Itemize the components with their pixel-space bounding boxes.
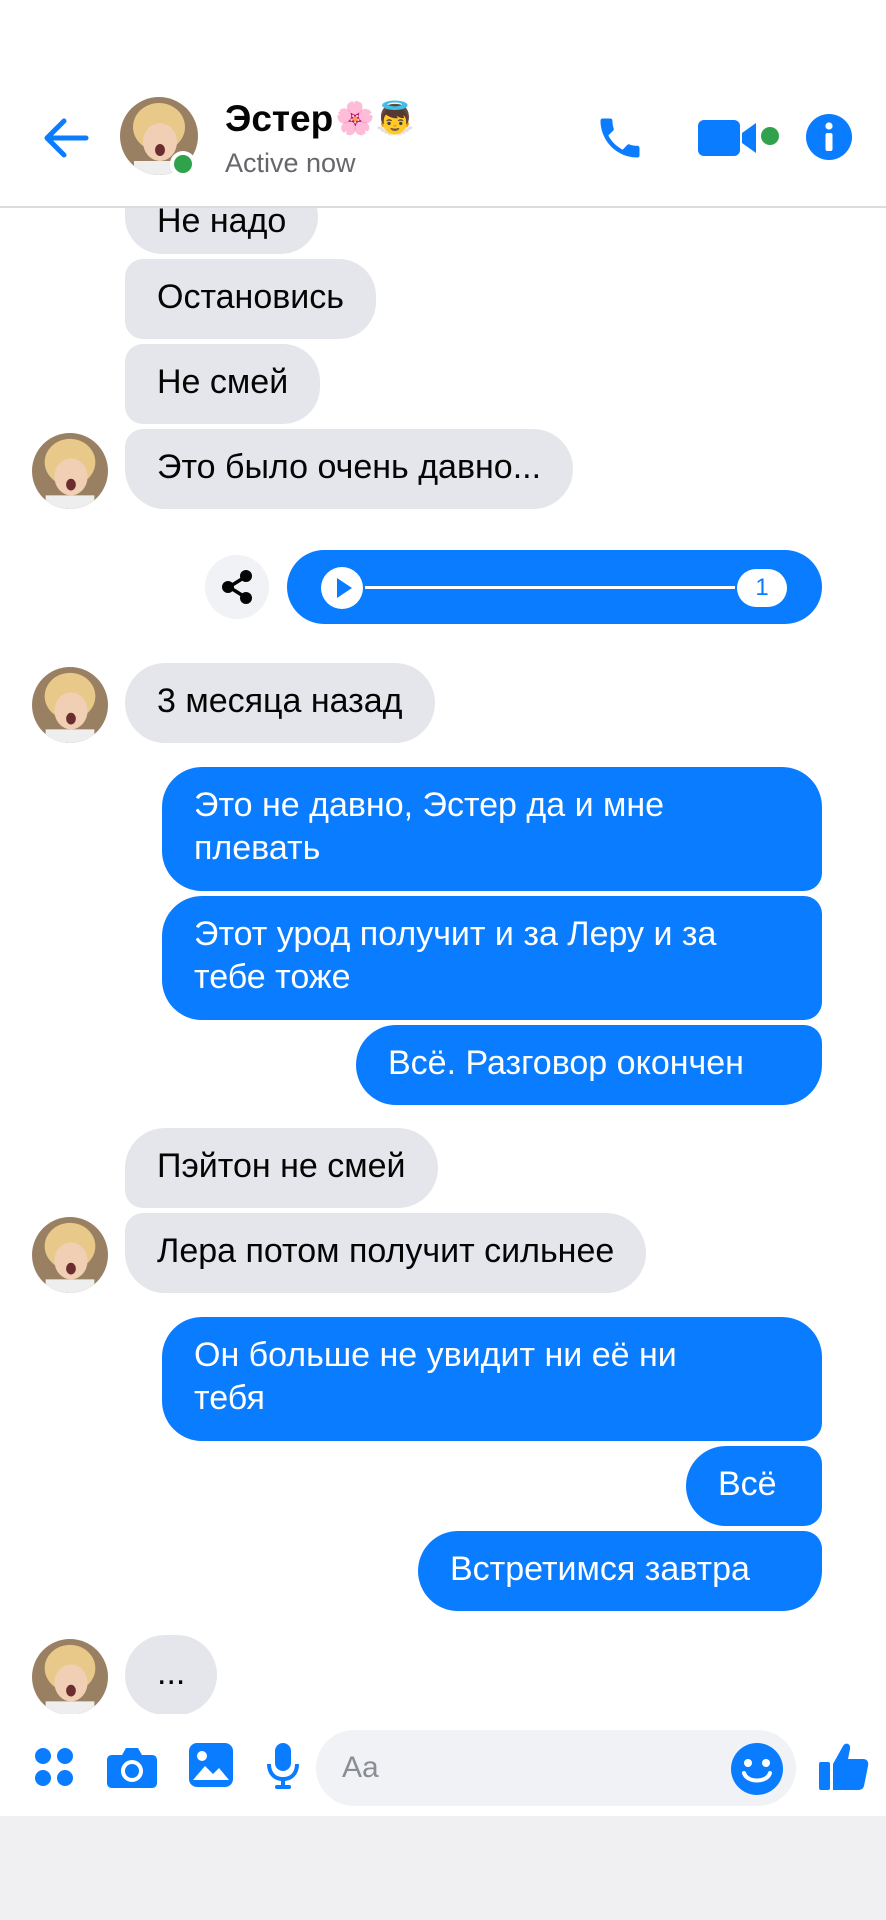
name-emojis: 🌸👼 <box>335 99 415 137</box>
voice-message[interactable]: 1 <box>287 550 822 624</box>
incoming-message[interactable]: Не смей <box>125 344 321 424</box>
online-status-dot <box>170 151 196 177</box>
outgoing-message[interactable]: Всё <box>686 1446 822 1526</box>
video-camera-icon[interactable] <box>696 116 784 160</box>
contact-name[interactable]: Эстер🌸👼 <box>225 98 415 140</box>
incoming-message[interactable]: Остановись <box>125 259 376 339</box>
gallery-icon[interactable] <box>188 1742 234 1788</box>
apps-icon[interactable] <box>32 1745 76 1789</box>
bottom-area <box>0 1816 886 1920</box>
outgoing-message[interactable]: Всё. Разговор окончен <box>356 1025 822 1105</box>
message-input[interactable]: Aa <box>316 1730 796 1806</box>
phone-icon[interactable] <box>594 112 646 164</box>
incoming-message[interactable]: ... <box>125 1635 218 1715</box>
active-status: Active now <box>225 148 356 178</box>
share-button[interactable] <box>205 555 269 619</box>
chat-header: Эстер🌸👼 Active now <box>0 0 886 208</box>
incoming-message[interactable]: Пэйтон не смей <box>125 1128 438 1208</box>
info-icon[interactable] <box>804 112 854 162</box>
outgoing-message[interactable]: Это не давно, Эстер да и мне плевать <box>162 767 822 891</box>
incoming-message[interactable]: 3 месяца назад <box>125 663 435 743</box>
back-arrow-icon[interactable] <box>40 112 92 164</box>
thumbs-up-icon[interactable] <box>818 1740 870 1792</box>
play-button[interactable] <box>321 567 363 609</box>
play-icon <box>337 578 352 598</box>
outgoing-message[interactable]: Он больше не увидит ни её ни тебя <box>162 1317 822 1441</box>
outgoing-message[interactable]: Этот урод получит и за Леру и за тебе то… <box>162 896 822 1020</box>
sender-avatar[interactable] <box>32 433 108 509</box>
sender-avatar[interactable] <box>32 1639 108 1715</box>
incoming-message[interactable]: Лера потом получит сильнее <box>125 1213 647 1293</box>
camera-icon[interactable] <box>106 1745 158 1789</box>
emoji-icon[interactable] <box>730 1742 784 1796</box>
share-icon <box>222 570 252 604</box>
sender-avatar[interactable] <box>32 1217 108 1293</box>
microphone-icon[interactable] <box>266 1742 300 1790</box>
incoming-message[interactable]: Это было очень давно... <box>125 429 574 509</box>
sender-avatar[interactable] <box>32 667 108 743</box>
voice-progress-track[interactable] <box>365 586 735 589</box>
voice-duration-badge: 1 <box>737 569 787 607</box>
outgoing-message[interactable]: Встретимся завтра <box>418 1531 822 1611</box>
